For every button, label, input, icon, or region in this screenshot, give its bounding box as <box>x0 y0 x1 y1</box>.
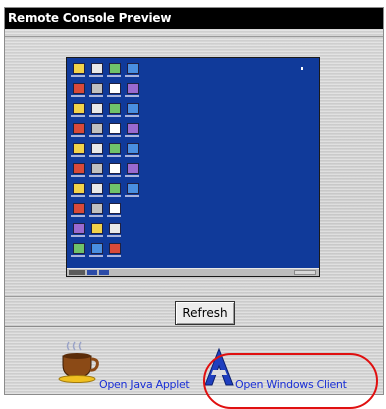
desktop-shortcut-label <box>89 215 103 217</box>
desktop-shortcut-icon <box>109 103 121 114</box>
preview-frame <box>5 36 383 297</box>
desktop-shortcut-label <box>71 215 85 217</box>
desktop-shortcut-icon <box>109 223 121 234</box>
desktop-shortcut-label <box>125 175 139 177</box>
client-launch-area: Open Java Applet Open Windows Client <box>5 326 383 409</box>
desktop-shortcut-icon <box>109 183 121 194</box>
desktop-shortcut-label <box>71 195 85 197</box>
desktop-shortcut-icon <box>91 223 103 234</box>
desktop-shortcut-label <box>107 175 121 177</box>
desktop-shortcut-label <box>107 255 121 257</box>
desktop-shortcut-icon <box>127 183 139 194</box>
desktop-shortcut-label <box>89 175 103 177</box>
desktop-shortcut-icon <box>127 63 139 74</box>
desktop-shortcut-icon <box>73 183 85 194</box>
system-tray <box>294 270 316 275</box>
desktop-shortcut-label <box>107 215 121 217</box>
desktop-shortcut-label <box>125 95 139 97</box>
taskbar-item <box>99 270 109 275</box>
desktop-shortcut-label <box>107 95 121 97</box>
desktop-shortcut-icon <box>109 243 121 254</box>
desktop-shortcut-label <box>89 235 103 237</box>
desktop-shortcut-icon <box>127 83 139 94</box>
desktop-shortcut-icon <box>73 103 85 114</box>
start-button-icon <box>69 270 85 275</box>
desktop-shortcut-icon <box>91 103 103 114</box>
desktop-shortcut-label <box>71 95 85 97</box>
remote-console-panel: Remote Console Preview Refresh Open Java… <box>4 7 384 409</box>
desktop-shortcut-icon <box>73 243 85 254</box>
taskbar-item <box>87 270 97 275</box>
desktop-shortcut-label <box>125 155 139 157</box>
desktop-shortcut-icon <box>127 143 139 154</box>
desktop-shortcut-icon <box>91 63 103 74</box>
desktop-shortcut-label <box>89 75 103 77</box>
desktop-shortcut-icon <box>109 163 121 174</box>
desktop-shortcut-label <box>89 255 103 257</box>
desktop-shortcut-label <box>107 115 121 117</box>
java-coffee-cup-icon[interactable] <box>57 340 101 384</box>
desktop-shortcut-icon <box>73 223 85 234</box>
open-java-applet-link[interactable]: Open Java Applet <box>99 378 190 391</box>
desktop-shortcut-label <box>71 155 85 157</box>
desktop-shortcut-icon <box>109 123 121 134</box>
desktop-shortcut-icon <box>109 143 121 154</box>
desktop-shortcut-icon <box>73 203 85 214</box>
desktop-shortcut-label <box>71 115 85 117</box>
desktop-shortcut-label <box>71 135 85 137</box>
panel-title: Remote Console Preview <box>5 8 383 29</box>
desktop-shortcut-icon <box>109 63 121 74</box>
remote-taskbar <box>67 268 319 276</box>
desktop-shortcut-label <box>125 115 139 117</box>
desktop-shortcut-icon <box>127 103 139 114</box>
desktop-shortcut-label <box>89 155 103 157</box>
desktop-shortcut-icon <box>91 183 103 194</box>
desktop-shortcut-label <box>125 135 139 137</box>
desktop-shortcut-label <box>89 115 103 117</box>
desktop-shortcut-icon <box>91 123 103 134</box>
desktop-shortcut-icon <box>73 83 85 94</box>
desktop-shortcut-label <box>89 135 103 137</box>
desktop-shortcut-icon <box>91 203 103 214</box>
annotation-highlight-circle <box>203 353 378 409</box>
desktop-shortcut-icon <box>73 163 85 174</box>
desktop-shortcut-label <box>125 195 139 197</box>
desktop-shortcut-label <box>71 255 85 257</box>
desktop-shortcut-icon <box>91 163 103 174</box>
desktop-shortcut-icon <box>109 203 121 214</box>
desktop-shortcut-label <box>107 75 121 77</box>
desktop-shortcut-icon <box>73 63 85 74</box>
desktop-shortcut-label <box>107 235 121 237</box>
desktop-shortcut-icon <box>91 243 103 254</box>
desktop-shortcut-label <box>89 95 103 97</box>
remote-desktop-preview <box>66 57 320 277</box>
desktop-shortcut-label <box>107 135 121 137</box>
desktop-shortcut-icon <box>91 83 103 94</box>
desktop-shortcut-label <box>71 75 85 77</box>
desktop-shortcut-label <box>71 235 85 237</box>
desktop-shortcut-label <box>107 155 121 157</box>
desktop-shortcut-label <box>125 75 139 77</box>
desktop-shortcut-icon <box>109 83 121 94</box>
desktop-shortcut-icon <box>127 163 139 174</box>
desktop-shortcut-icon <box>127 123 139 134</box>
cursor-icon <box>301 67 303 70</box>
desktop-shortcut-icon <box>91 143 103 154</box>
desktop-shortcut-label <box>107 195 121 197</box>
desktop-shortcut-icon <box>73 123 85 134</box>
desktop-shortcut-label <box>89 195 103 197</box>
desktop-shortcut-icon <box>73 143 85 154</box>
refresh-button[interactable]: Refresh <box>175 301 235 325</box>
desktop-shortcut-label <box>71 175 85 177</box>
